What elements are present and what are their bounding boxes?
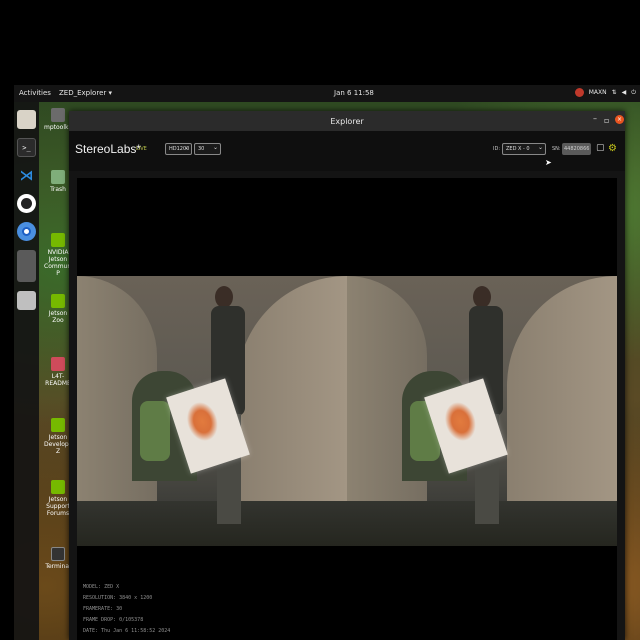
app-menu[interactable]: ZED_Explorer ▾: [59, 89, 112, 97]
sn-label: SN:: [552, 146, 561, 152]
trash-icon: [51, 170, 65, 184]
info-date: DATE: Thu Jan 6 11:58:52 2024: [83, 628, 171, 634]
chevron-down-icon: ⌄: [212, 144, 218, 151]
info-model: MODEL: ZED X: [83, 584, 120, 590]
volume-icon[interactable]: ◀: [622, 89, 627, 96]
zed-explorer-icon[interactable]: [17, 250, 36, 282]
desktop-icon[interactable]: Terminal: [44, 547, 72, 570]
stereo-video-feed: [77, 276, 617, 546]
clock[interactable]: Jan 6 11:58: [334, 89, 374, 97]
activities-button[interactable]: Activities: [19, 89, 51, 97]
minimize-button[interactable]: –: [593, 114, 597, 123]
chevron-down-icon: ⌄: [183, 144, 189, 151]
nvidia-icon: [51, 418, 65, 432]
desktop-icon-label: Terminal: [45, 563, 71, 570]
desktop-icon-label: Jetson Zoo: [48, 310, 68, 324]
desktop-icon[interactable]: Trash: [44, 170, 72, 193]
chromium-icon[interactable]: [17, 222, 36, 241]
system-tray[interactable]: MAXN ⇅ ◀ ⏻: [574, 88, 636, 97]
explorer-window: Explorer – ▫ × StereoLabs* LIVE HD1200 ⌄…: [69, 111, 625, 640]
vscode-icon[interactable]: ⋊: [17, 166, 36, 185]
window-title: Explorer: [330, 117, 364, 126]
nvidia-power-icon[interactable]: [574, 88, 584, 97]
desktop-icon-label: L4T-README: [45, 373, 71, 387]
desktop-icon-label: Jetson Support Forums: [46, 496, 70, 517]
info-framerate: FRAMERATE: 30: [83, 606, 123, 612]
network-icon[interactable]: ⇅: [612, 89, 617, 96]
dock: >_ ⋊: [14, 102, 39, 640]
resolution-select[interactable]: HD1200 ⌄: [165, 143, 192, 155]
desktop-icon[interactable]: Jetson Support Forums: [44, 480, 72, 517]
right-camera-view: [347, 276, 617, 546]
desktop-icon[interactable]: Jetson Developer Z: [44, 418, 75, 455]
gear-icon[interactable]: ⚙: [608, 143, 617, 154]
window-titlebar[interactable]: Explorer – ▫ ×: [69, 111, 625, 131]
desktop-icon[interactable]: NVIDIA Jetson Community P: [44, 233, 79, 277]
camera-select[interactable]: ZED X - 0 ⌄: [502, 143, 546, 155]
camera-info-panel: MODEL: ZED X RESOLUTION: 3840 x 1200 FRA…: [83, 582, 170, 637]
info-resolution: RESOLUTION: 3840 x 1200: [83, 595, 153, 601]
nvidia-icon: [51, 480, 65, 494]
disk-icon[interactable]: [17, 291, 36, 310]
desktop-icon-label: Trash: [50, 186, 66, 193]
fps-value: 30: [198, 146, 205, 152]
nvidia-icon: [51, 233, 65, 247]
maximize-button[interactable]: ▫: [604, 116, 609, 125]
fps-select[interactable]: 30 ⌄: [194, 143, 221, 155]
nvidia-icon: [51, 294, 65, 308]
desktop-icon[interactable]: L4T-README: [44, 357, 72, 387]
mouse-cursor-icon: ➤: [545, 158, 552, 167]
files-icon[interactable]: [17, 110, 36, 129]
close-button[interactable]: ×: [615, 115, 624, 124]
live-indicator: LIVE: [136, 146, 147, 152]
chevron-down-icon: ⌄: [537, 144, 543, 151]
serial-number-field: 44820866: [562, 143, 591, 155]
record-icon[interactable]: ▢: [596, 143, 605, 153]
document-icon: [51, 357, 65, 371]
power-mode-label[interactable]: MAXN: [589, 89, 607, 96]
terminal-icon[interactable]: >_: [17, 138, 36, 157]
screen-top-band: [0, 0, 640, 85]
id-label: ID:: [493, 146, 501, 152]
power-icon[interactable]: ⏻: [631, 89, 636, 97]
camera-value: ZED X - 0: [506, 146, 530, 152]
folder-icon: [51, 108, 65, 122]
info-frame-drop: FRAME DROP: 0/105378: [83, 617, 144, 623]
obs-icon[interactable]: [17, 194, 36, 213]
gnome-top-bar: Activities ZED_Explorer ▾ Jan 6 11:58 MA…: [14, 85, 640, 102]
app-header: StereoLabs* LIVE HD1200 ⌄ 30 ⌄ ID: ZED X…: [69, 131, 625, 171]
terminal-icon: [51, 547, 65, 561]
brand-logo: StereoLabs*: [75, 142, 142, 156]
left-camera-view: [77, 276, 347, 546]
video-viewer: MODEL: ZED X RESOLUTION: 3840 x 1200 FRA…: [77, 178, 617, 640]
desktop-icon[interactable]: Jetson Zoo: [44, 294, 72, 324]
desktop-icon[interactable]: mptoolkit: [44, 108, 73, 131]
